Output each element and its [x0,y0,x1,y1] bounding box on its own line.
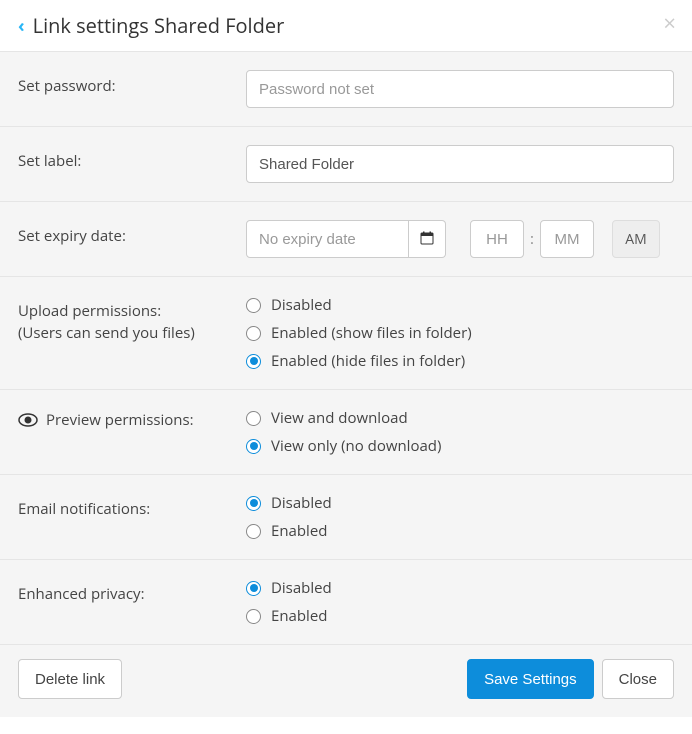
radio-icon [246,326,261,341]
close-button[interactable]: Close [602,659,674,699]
preview-permissions-section: Preview permissions: View and download V… [0,390,692,475]
expiry-label: Set expiry date: [18,220,246,246]
link-settings-modal: ‹ Link settings Shared Folder × Set pass… [0,0,692,717]
radio-icon [246,609,261,624]
expiry-date-input[interactable] [246,220,409,258]
label-label: Set label: [18,145,246,171]
expiry-minute-input[interactable] [540,220,594,258]
save-settings-button[interactable]: Save Settings [467,659,594,699]
radio-icon [246,439,261,454]
radio-icon [246,298,261,313]
radio-icon [246,581,261,596]
preview-label: Preview permissions: [46,410,194,430]
preview-option-download[interactable]: View and download [246,408,674,428]
email-notifications-section: Email notifications: Disabled Enabled [0,475,692,560]
upload-label: Upload permissions: [18,301,161,321]
password-label: Set password: [18,70,246,96]
password-section: Set password: [0,52,692,127]
radio-icon [246,354,261,369]
eye-icon [18,413,38,427]
radio-icon [246,496,261,511]
calendar-icon [420,228,434,250]
upload-sublabel: (Users can send you files) [18,323,246,343]
preview-radio-group: View and download View only (no download… [246,408,674,456]
expiry-hour-input[interactable] [470,220,524,258]
upload-option-disabled[interactable]: Disabled [246,295,674,315]
radio-icon [246,524,261,539]
time-separator: : [530,229,534,249]
delete-link-button[interactable]: Delete link [18,659,122,699]
modal-body: Set password: Set label: Set expiry date… [0,52,692,717]
email-label: Email notifications: [18,493,246,519]
email-option-disabled[interactable]: Disabled [246,493,674,513]
upload-radio-group: Disabled Enabled (show files in folder) … [246,295,674,371]
email-option-enabled[interactable]: Enabled [246,521,674,541]
privacy-radio-group: Disabled Enabled [246,578,674,626]
modal-footer: Delete link Save Settings Close [0,645,692,717]
calendar-button[interactable] [409,220,446,258]
email-radio-group: Disabled Enabled [246,493,674,541]
upload-permissions-section: Upload permissions: (Users can send you … [0,277,692,390]
upload-option-enabled-hide[interactable]: Enabled (hide files in folder) [246,351,674,371]
back-icon[interactable]: ‹ [18,17,25,35]
radio-icon [246,411,261,426]
modal-header: ‹ Link settings Shared Folder × [0,0,692,52]
modal-title: Link settings Shared Folder [33,12,285,39]
password-input[interactable] [246,70,674,108]
label-input[interactable] [246,145,674,183]
label-section: Set label: [0,127,692,202]
privacy-option-disabled[interactable]: Disabled [246,578,674,598]
close-icon[interactable]: × [663,12,676,34]
preview-option-view-only[interactable]: View only (no download) [246,436,674,456]
ampm-toggle[interactable]: AM [612,220,660,258]
privacy-option-enabled[interactable]: Enabled [246,606,674,626]
privacy-label: Enhanced privacy: [18,578,246,604]
enhanced-privacy-section: Enhanced privacy: Disabled Enabled [0,560,692,645]
upload-option-enabled-show[interactable]: Enabled (show files in folder) [246,323,674,343]
expiry-section: Set expiry date: : [0,202,692,277]
